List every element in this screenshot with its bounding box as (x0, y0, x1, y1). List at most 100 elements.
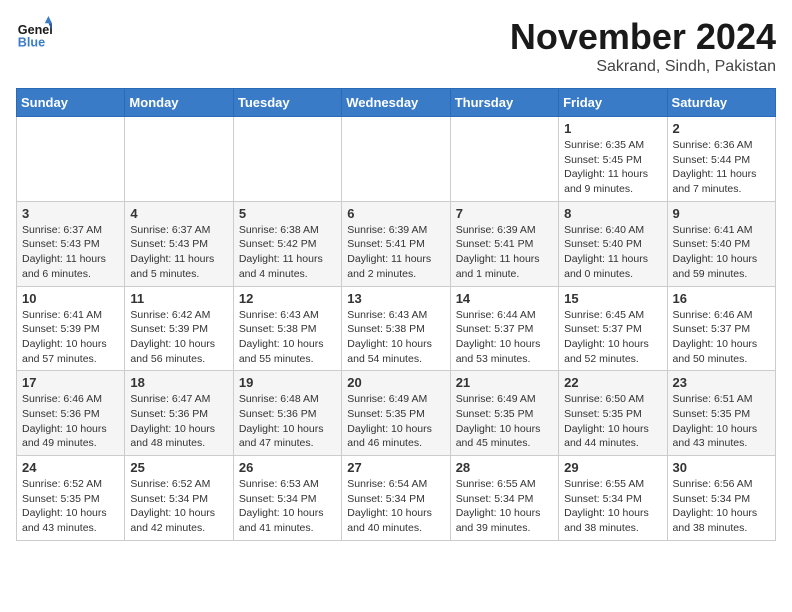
day-info: Sunrise: 6:38 AMSunset: 5:42 PMDaylight:… (239, 223, 336, 282)
day-info: Sunrise: 6:40 AMSunset: 5:40 PMDaylight:… (564, 223, 661, 282)
calendar-cell: 16Sunrise: 6:46 AMSunset: 5:37 PMDayligh… (667, 286, 775, 371)
day-info: Sunrise: 6:41 AMSunset: 5:39 PMDaylight:… (22, 308, 119, 367)
calendar-cell: 4 Sunrise: 6:37 AMSunset: 5:43 PMDaylight… (125, 201, 233, 286)
day-number: 20 (347, 375, 444, 390)
calendar-row-1: 1 Sunrise: 6:35 AMSunset: 5:45 PMDaylight… (17, 117, 776, 202)
logo-icon: General Blue (16, 16, 52, 52)
day-info: Sunrise: 6:41 AMSunset: 5:40 PMDaylight:… (673, 223, 770, 282)
weekday-header-tuesday: Tuesday (233, 89, 341, 117)
calendar-cell: 11 Sunrise: 6:42 AMSunset: 5:39 PMDayligh… (125, 286, 233, 371)
calendar-cell: 25 Sunrise: 6:52 AMSunset: 5:34 PMDayligh… (125, 456, 233, 541)
calendar-cell: 20 Sunrise: 6:49 AMSunset: 5:35 PMDayligh… (342, 371, 450, 456)
day-number: 28 (456, 460, 553, 475)
day-info: Sunrise: 6:39 AMSunset: 5:41 PMDaylight:… (347, 223, 444, 282)
day-info: Sunrise: 6:44 AMSunset: 5:37 PMDaylight:… (456, 308, 553, 367)
day-info: Sunrise: 6:52 AMSunset: 5:34 PMDaylight:… (130, 477, 227, 536)
day-number: 21 (456, 375, 553, 390)
calendar-table: SundayMondayTuesdayWednesdayThursdayFrid… (16, 88, 776, 541)
calendar-row-3: 10 Sunrise: 6:41 AMSunset: 5:39 PMDayligh… (17, 286, 776, 371)
day-info: Sunrise: 6:53 AMSunset: 5:34 PMDaylight:… (239, 477, 336, 536)
location-subtitle: Sakrand, Sindh, Pakistan (510, 58, 776, 76)
weekday-header-monday: Monday (125, 89, 233, 117)
day-number: 30 (673, 460, 770, 475)
calendar-cell: 27 Sunrise: 6:54 AMSunset: 5:34 PMDayligh… (342, 456, 450, 541)
day-number: 9 (673, 206, 770, 221)
calendar-cell: 6Sunrise: 6:39 AMSunset: 5:41 PMDaylight… (342, 201, 450, 286)
calendar-row-2: 3 Sunrise: 6:37 AMSunset: 5:43 PMDaylight… (17, 201, 776, 286)
day-info: Sunrise: 6:55 AMSunset: 5:34 PMDaylight:… (456, 477, 553, 536)
day-number: 7 (456, 206, 553, 221)
calendar-cell: 21 Sunrise: 6:49 AMSunset: 5:35 PMDayligh… (450, 371, 558, 456)
day-number: 14 (456, 291, 553, 306)
day-number: 1 (564, 121, 661, 136)
svg-text:Blue: Blue (18, 36, 45, 50)
calendar-cell: 10 Sunrise: 6:41 AMSunset: 5:39 PMDayligh… (17, 286, 125, 371)
day-info: Sunrise: 6:54 AMSunset: 5:34 PMDaylight:… (347, 477, 444, 536)
title-area: November 2024 Sakrand, Sindh, Pakistan (510, 16, 776, 76)
day-info: Sunrise: 6:49 AMSunset: 5:35 PMDaylight:… (347, 392, 444, 451)
day-info: Sunrise: 6:50 AMSunset: 5:35 PMDaylight:… (564, 392, 661, 451)
day-number: 5 (239, 206, 336, 221)
calendar-cell: 14 Sunrise: 6:44 AMSunset: 5:37 PMDayligh… (450, 286, 558, 371)
calendar-cell (125, 117, 233, 202)
day-number: 12 (239, 291, 336, 306)
day-info: Sunrise: 6:49 AMSunset: 5:35 PMDaylight:… (456, 392, 553, 451)
calendar-cell: 26Sunrise: 6:53 AMSunset: 5:34 PMDayligh… (233, 456, 341, 541)
calendar-cell: 7 Sunrise: 6:39 AMSunset: 5:41 PMDaylight… (450, 201, 558, 286)
page-header: General Blue November 2024 Sakrand, Sind… (16, 16, 776, 76)
calendar-cell (450, 117, 558, 202)
day-info: Sunrise: 6:39 AMSunset: 5:41 PMDaylight:… (456, 223, 553, 282)
calendar-row-4: 17Sunrise: 6:46 AMSunset: 5:36 PMDayligh… (17, 371, 776, 456)
calendar-cell: 2 Sunrise: 6:36 AMSunset: 5:44 PMDaylight… (667, 117, 775, 202)
calendar-row-5: 24Sunrise: 6:52 AMSunset: 5:35 PMDayligh… (17, 456, 776, 541)
day-info: Sunrise: 6:42 AMSunset: 5:39 PMDaylight:… (130, 308, 227, 367)
calendar-cell: 13 Sunrise: 6:43 AMSunset: 5:38 PMDayligh… (342, 286, 450, 371)
day-number: 15 (564, 291, 661, 306)
day-info: Sunrise: 6:36 AMSunset: 5:44 PMDaylight:… (673, 138, 770, 197)
day-number: 2 (673, 121, 770, 136)
day-info: Sunrise: 6:43 AMSunset: 5:38 PMDaylight:… (239, 308, 336, 367)
day-number: 10 (22, 291, 119, 306)
day-number: 11 (130, 291, 227, 306)
calendar-cell (233, 117, 341, 202)
day-number: 23 (673, 375, 770, 390)
calendar-cell: 28 Sunrise: 6:55 AMSunset: 5:34 PMDayligh… (450, 456, 558, 541)
calendar-cell: 15Sunrise: 6:45 AMSunset: 5:37 PMDayligh… (559, 286, 667, 371)
weekday-header-friday: Friday (559, 89, 667, 117)
day-number: 4 (130, 206, 227, 221)
day-number: 27 (347, 460, 444, 475)
day-info: Sunrise: 6:47 AMSunset: 5:36 PMDaylight:… (130, 392, 227, 451)
day-number: 19 (239, 375, 336, 390)
calendar-cell: 1 Sunrise: 6:35 AMSunset: 5:45 PMDaylight… (559, 117, 667, 202)
weekday-header-sunday: Sunday (17, 89, 125, 117)
weekday-header-saturday: Saturday (667, 89, 775, 117)
calendar-cell: 29Sunrise: 6:55 AMSunset: 5:34 PMDayligh… (559, 456, 667, 541)
day-number: 24 (22, 460, 119, 475)
day-number: 17 (22, 375, 119, 390)
calendar-cell (17, 117, 125, 202)
logo: General Blue (16, 16, 52, 52)
day-number: 13 (347, 291, 444, 306)
calendar-cell: 9 Sunrise: 6:41 AMSunset: 5:40 PMDaylight… (667, 201, 775, 286)
day-info: Sunrise: 6:46 AMSunset: 5:37 PMDaylight:… (673, 308, 770, 367)
weekday-header-row: SundayMondayTuesdayWednesdayThursdayFrid… (17, 89, 776, 117)
day-number: 8 (564, 206, 661, 221)
calendar-cell: 23Sunrise: 6:51 AMSunset: 5:35 PMDayligh… (667, 371, 775, 456)
calendar-cell (342, 117, 450, 202)
calendar-cell: 12 Sunrise: 6:43 AMSunset: 5:38 PMDayligh… (233, 286, 341, 371)
day-info: Sunrise: 6:37 AMSunset: 5:43 PMDaylight:… (130, 223, 227, 282)
day-number: 18 (130, 375, 227, 390)
day-info: Sunrise: 6:48 AMSunset: 5:36 PMDaylight:… (239, 392, 336, 451)
day-info: Sunrise: 6:37 AMSunset: 5:43 PMDaylight:… (22, 223, 119, 282)
day-info: Sunrise: 6:43 AMSunset: 5:38 PMDaylight:… (347, 308, 444, 367)
day-number: 3 (22, 206, 119, 221)
day-number: 25 (130, 460, 227, 475)
calendar-cell: 30 Sunrise: 6:56 AMSunset: 5:34 PMDayligh… (667, 456, 775, 541)
day-info: Sunrise: 6:35 AMSunset: 5:45 PMDaylight:… (564, 138, 661, 197)
calendar-cell: 17Sunrise: 6:46 AMSunset: 5:36 PMDayligh… (17, 371, 125, 456)
day-info: Sunrise: 6:56 AMSunset: 5:34 PMDaylight:… (673, 477, 770, 536)
calendar-cell: 5 Sunrise: 6:38 AMSunset: 5:42 PMDaylight… (233, 201, 341, 286)
calendar-cell: 8 Sunrise: 6:40 AMSunset: 5:40 PMDaylight… (559, 201, 667, 286)
day-number: 29 (564, 460, 661, 475)
calendar-cell: 18 Sunrise: 6:47 AMSunset: 5:36 PMDayligh… (125, 371, 233, 456)
